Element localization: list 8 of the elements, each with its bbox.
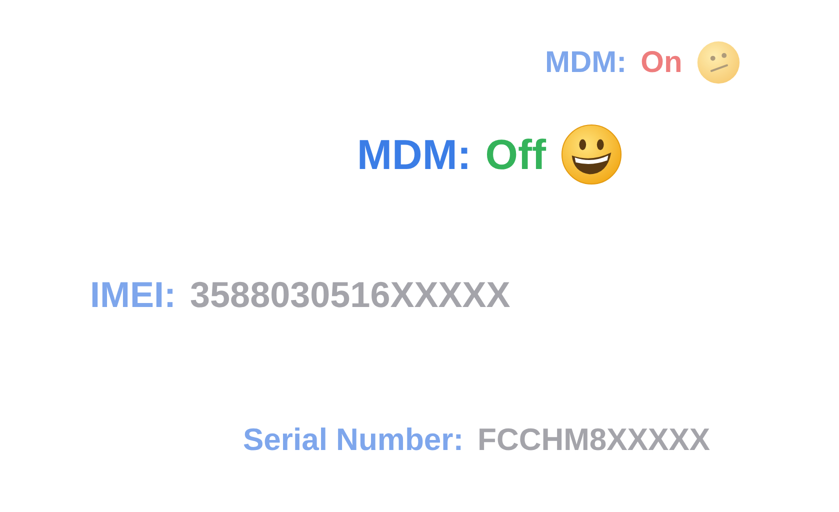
field-label: MDM: — [545, 46, 627, 80]
field-label: MDM: — [357, 130, 472, 178]
field-value: On — [640, 46, 682, 80]
field-value: Off — [485, 130, 546, 178]
field-label: Serial Number: — [243, 422, 464, 458]
field-value: FCCHM8XXXXX — [478, 422, 710, 458]
field-label: IMEI: — [90, 274, 176, 316]
field-value: 3588030516XXXXX — [190, 274, 510, 316]
